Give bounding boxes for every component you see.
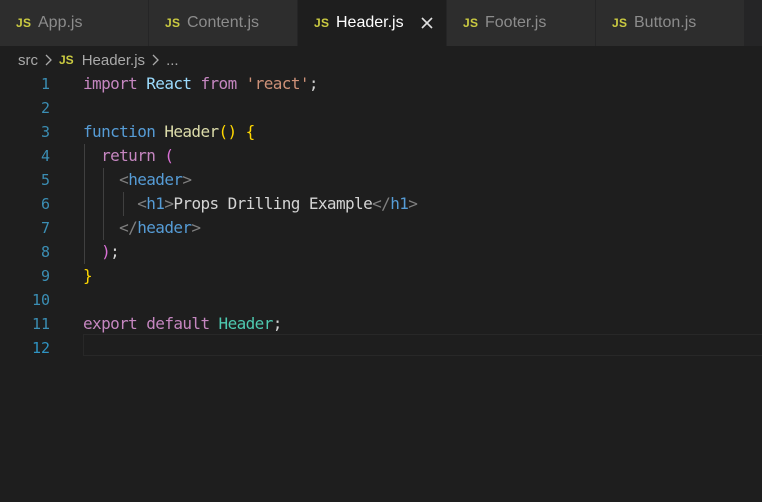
tab-content-js[interactable]: JS Content.js — [149, 0, 298, 46]
token-tag-bracket: </ — [119, 218, 138, 237]
token-tag-bracket: </ — [372, 194, 391, 213]
line-content: <header> — [83, 168, 192, 192]
code-line: 7 </header> — [0, 216, 762, 240]
tab-label: Content.js — [187, 14, 260, 31]
breadcrumb-folder[interactable]: src — [18, 52, 38, 69]
token-punctuation: ; — [308, 74, 319, 93]
token-punctuation: ( — [164, 146, 174, 165]
line-number: 12 — [31, 339, 50, 357]
javascript-file-icon: JS — [612, 16, 628, 30]
line-content: export default Header; — [83, 312, 282, 336]
code-line: 9 } — [0, 264, 762, 288]
line-number: 5 — [40, 171, 50, 189]
line-content: import React from 'react'; — [83, 72, 319, 96]
token-jsx-text: Props Drilling Example — [173, 194, 373, 213]
tab-label: Button.js — [634, 14, 697, 31]
token-tag-bracket: < — [119, 170, 129, 189]
tab-label: Header.js — [336, 14, 404, 31]
code-line: 4 return ( — [0, 144, 762, 168]
token-tag: h1 — [390, 194, 409, 213]
line-number: 6 — [40, 195, 50, 213]
token-tag: header — [128, 170, 183, 189]
line-number: 3 — [40, 123, 50, 141]
tab-footer-js[interactable]: JS Footer.js — [447, 0, 596, 46]
tab-bar: JS App.js JS Content.js JS Header.js JS … — [0, 0, 762, 46]
code-editor-window: JS App.js JS Content.js JS Header.js JS … — [0, 0, 762, 502]
token-identifier: React — [146, 74, 192, 93]
token-identifier: Header — [218, 314, 274, 333]
token-keyword: return — [101, 146, 156, 165]
javascript-file-icon: JS — [16, 16, 32, 30]
token-tag-bracket: > — [182, 170, 192, 189]
line-number: 4 — [40, 147, 50, 165]
token-punctuation: { — [245, 122, 256, 141]
code-line: 11 export default Header; — [0, 312, 762, 336]
token-tag: h1 — [146, 194, 165, 213]
code-area[interactable]: 1 import React from 'react'; 2 3 functio… — [0, 72, 762, 502]
close-icon[interactable] — [418, 14, 436, 32]
code-line: 6 <h1>Props Drilling Example</h1> — [0, 192, 762, 216]
tab-label: App.js — [38, 14, 83, 31]
tab-button-js[interactable]: JS Button.js — [596, 0, 745, 46]
token-punctuation: ; — [272, 314, 283, 333]
line-number: 7 — [40, 219, 50, 237]
token-keyword: export — [83, 314, 138, 333]
javascript-file-icon: JS — [165, 16, 181, 30]
code-line: 8 ); — [0, 240, 762, 264]
token-keyword: from — [200, 74, 237, 93]
code-line: 1 import React from 'react'; — [0, 72, 762, 96]
tab-label: Footer.js — [485, 14, 547, 31]
code-line: 12 — [0, 336, 762, 360]
line-number: 2 — [40, 99, 50, 117]
line-content: function Header() { — [83, 120, 255, 144]
code-line: 10 — [0, 288, 762, 312]
breadcrumb-file[interactable]: Header.js — [82, 52, 145, 69]
tab-app-js[interactable]: JS App.js — [0, 0, 149, 46]
line-content: <h1>Props Drilling Example</h1> — [83, 192, 418, 216]
code-line: 5 <header> — [0, 168, 762, 192]
token-keyword: default — [146, 314, 210, 333]
javascript-file-icon: JS — [59, 53, 74, 67]
chevron-right-icon — [45, 54, 52, 66]
tab-header-js[interactable]: JS Header.js — [298, 0, 447, 46]
token-punctuation: () — [218, 122, 238, 141]
chevron-right-icon — [152, 54, 159, 66]
line-number: 8 — [40, 243, 50, 261]
token-keyword: import — [83, 74, 138, 93]
token-tag-bracket: > — [408, 194, 418, 213]
line-content: } — [83, 264, 93, 288]
token-tag: header — [137, 218, 192, 237]
line-content: return ( — [83, 144, 174, 168]
code-line: 3 function Header() { — [0, 120, 762, 144]
breadcrumb: src JS Header.js ... — [18, 48, 179, 72]
token-punctuation: ; — [110, 242, 120, 261]
token-function-name: Header — [164, 122, 219, 141]
token-tag-bracket: < — [137, 194, 147, 213]
token-punctuation: } — [83, 266, 93, 285]
line-number: 1 — [40, 75, 50, 93]
line-content: </header> — [83, 216, 201, 240]
code-line: 2 — [0, 96, 762, 120]
token-tag-bracket: > — [191, 218, 201, 237]
line-content: ); — [83, 240, 120, 264]
breadcrumb-symbol[interactable]: ... — [166, 52, 179, 69]
javascript-file-icon: JS — [314, 16, 330, 30]
token-string: 'react' — [245, 74, 310, 93]
line-number: 10 — [31, 291, 50, 309]
line-number: 9 — [40, 267, 50, 285]
token-punctuation: ) — [101, 242, 111, 261]
token-keyword: function — [83, 122, 156, 141]
javascript-file-icon: JS — [463, 16, 479, 30]
line-number: 11 — [31, 315, 50, 333]
